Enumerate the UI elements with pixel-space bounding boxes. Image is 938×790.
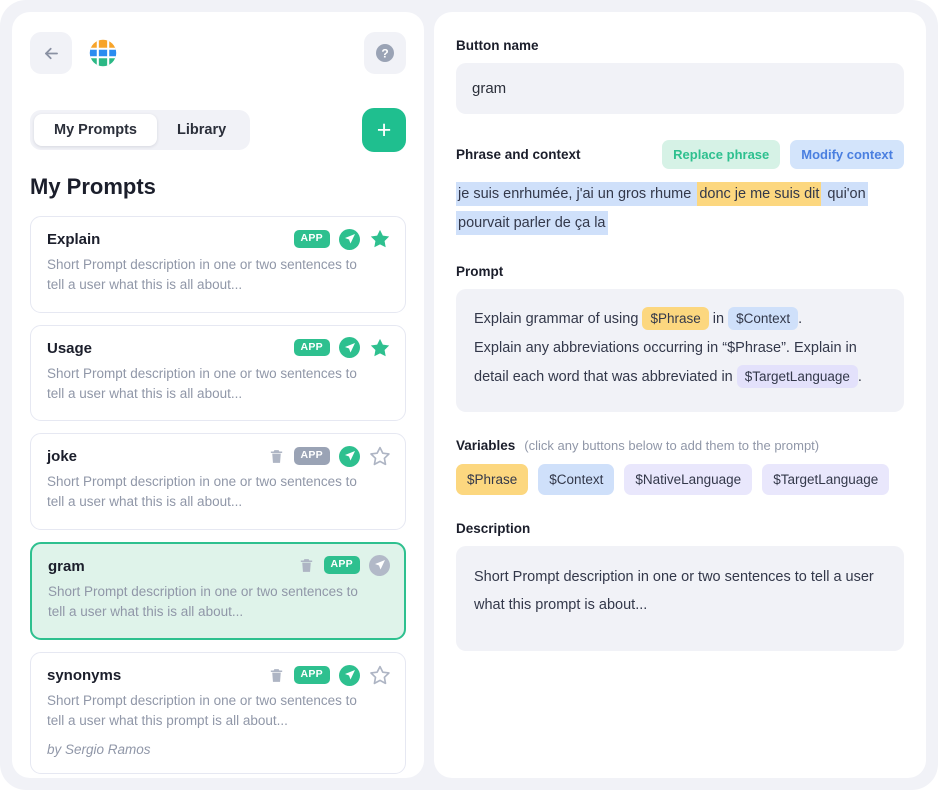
prompts-panel: ? My Prompts Library + My Prompts APP Ex… <box>12 12 424 778</box>
page-title: My Prompts <box>30 174 156 199</box>
variable-button-nativelanguage[interactable]: $NativeLanguage <box>624 464 753 495</box>
add-prompt-button[interactable]: + <box>362 108 406 152</box>
back-button[interactable] <box>30 32 72 74</box>
app-badge: APP <box>293 666 330 684</box>
phrase-label-row: Phrase and context Replace phrase Modify… <box>456 140 904 169</box>
app-badge: APP <box>293 447 330 465</box>
button-name-input[interactable] <box>456 63 904 114</box>
card-actions: APP <box>293 228 392 250</box>
help-circle-icon: ? <box>376 44 394 62</box>
prompt-card-gram[interactable]: APP gram Short Prompt description in one… <box>30 541 406 640</box>
trash-icon[interactable] <box>298 556 315 575</box>
app-badge: APP <box>323 556 360 574</box>
prompt-description: Short Prompt description in one or two s… <box>48 583 358 619</box>
app-badge: APP <box>293 338 330 357</box>
star-outline-icon[interactable] <box>369 445 391 467</box>
trash-icon[interactable] <box>268 447 285 466</box>
card-actions: APP <box>293 337 392 359</box>
prompt-card-joke[interactable]: APP joke Short Prompt description in one… <box>30 433 406 530</box>
prompt-description: Short Prompt description in one or two s… <box>47 474 357 510</box>
arrow-left-icon <box>44 47 58 59</box>
phrase-part-3: qui'on <box>821 182 868 206</box>
panel-topbar: ? <box>30 32 406 74</box>
send-icon[interactable] <box>339 337 360 358</box>
prompt-text-3: . <box>798 311 803 327</box>
prompt-textarea[interactable]: Explain grammar of using $Phrase in $Con… <box>456 289 904 412</box>
button-name-label: Button name <box>456 38 539 53</box>
tab-row: My Prompts Library + <box>30 108 406 152</box>
card-actions: APP <box>268 445 392 467</box>
prompt-label: Prompt <box>456 264 504 279</box>
variable-button-phrase[interactable]: $Phrase <box>456 464 529 495</box>
prompt-text-2: in <box>712 311 725 327</box>
variables-hint: (click any buttons below to add them to … <box>524 438 820 453</box>
prompt-chip-phrase: $Phrase <box>642 307 709 330</box>
modify-context-button[interactable]: Modify context <box>790 140 904 169</box>
prompt-card-explain[interactable]: APP Explain Short Prompt description in … <box>30 216 406 313</box>
variables-header: Variables (click any buttons below to ad… <box>456 438 904 453</box>
prompt-source-tabs: My Prompts Library <box>30 110 251 150</box>
replace-phrase-button[interactable]: Replace phrase <box>662 140 781 169</box>
card-actions: APP <box>268 664 392 686</box>
tab-my-prompts[interactable]: My Prompts <box>34 114 157 146</box>
variable-button-context[interactable]: $Context <box>538 464 615 495</box>
prompt-chip-context: $Context <box>728 307 799 330</box>
description-label: Description <box>456 521 531 536</box>
star-filled-icon[interactable] <box>369 337 391 359</box>
prompt-author: by Sergio Ramos <box>47 741 151 757</box>
help-button[interactable]: ? <box>364 32 406 74</box>
trash-icon[interactable] <box>268 666 285 685</box>
prompt-card-synonyms[interactable]: APP synonyms Short Prompt description in… <box>30 652 406 774</box>
card-actions: APP <box>298 554 390 576</box>
send-icon[interactable] <box>339 228 360 250</box>
send-icon[interactable] <box>339 664 360 686</box>
prompt-card-usage[interactable]: APP Usage Short Prompt description in on… <box>30 324 406 421</box>
prompt-description: Short Prompt description in one or two s… <box>47 365 357 401</box>
prompt-description: Short Prompt description in one or two s… <box>47 693 357 729</box>
description-textarea[interactable]: Short Prompt description in one or two s… <box>456 546 904 651</box>
app-badge: APP <box>293 230 330 248</box>
app-window: ? My Prompts Library + My Prompts APP Ex… <box>0 0 938 790</box>
send-icon[interactable] <box>369 554 390 576</box>
tab-library[interactable]: Library <box>157 114 246 146</box>
phrase-part-4: pourvait parler de ça la <box>456 211 608 235</box>
phrase-and-context-label: Phrase and context <box>456 147 581 162</box>
prompt-text-1: Explain grammar of using <box>474 311 639 327</box>
prompt-text-5: . <box>857 369 862 385</box>
phrase-highlight: donc je me suis dit <box>697 182 822 206</box>
svg-text:?: ? <box>381 47 388 61</box>
phrase-part-1: je suis enrhumée, j'ai un gros rhume <box>456 182 698 206</box>
prompt-list: APP Explain Short Prompt description in … <box>30 216 406 774</box>
prompt-description: Short Prompt description in one or two s… <box>47 257 357 293</box>
variables-row: $Phrase $Context $NativeLanguage $Target… <box>456 464 904 495</box>
send-icon[interactable] <box>339 445 360 467</box>
phrase-and-context-text[interactable]: je suis enrhumée, j'ai un gros rhume don… <box>456 180 904 238</box>
star-outline-icon[interactable] <box>369 664 391 686</box>
star-filled-icon[interactable] <box>369 228 391 250</box>
editor-panel: Button name Phrase and context Replace p… <box>434 12 926 778</box>
globe-icon <box>89 39 117 67</box>
prompt-chip-targetlanguage: $TargetLanguage <box>736 365 858 388</box>
variables-label: Variables <box>456 438 516 453</box>
variable-button-targetlanguage[interactable]: $TargetLanguage <box>762 464 890 495</box>
